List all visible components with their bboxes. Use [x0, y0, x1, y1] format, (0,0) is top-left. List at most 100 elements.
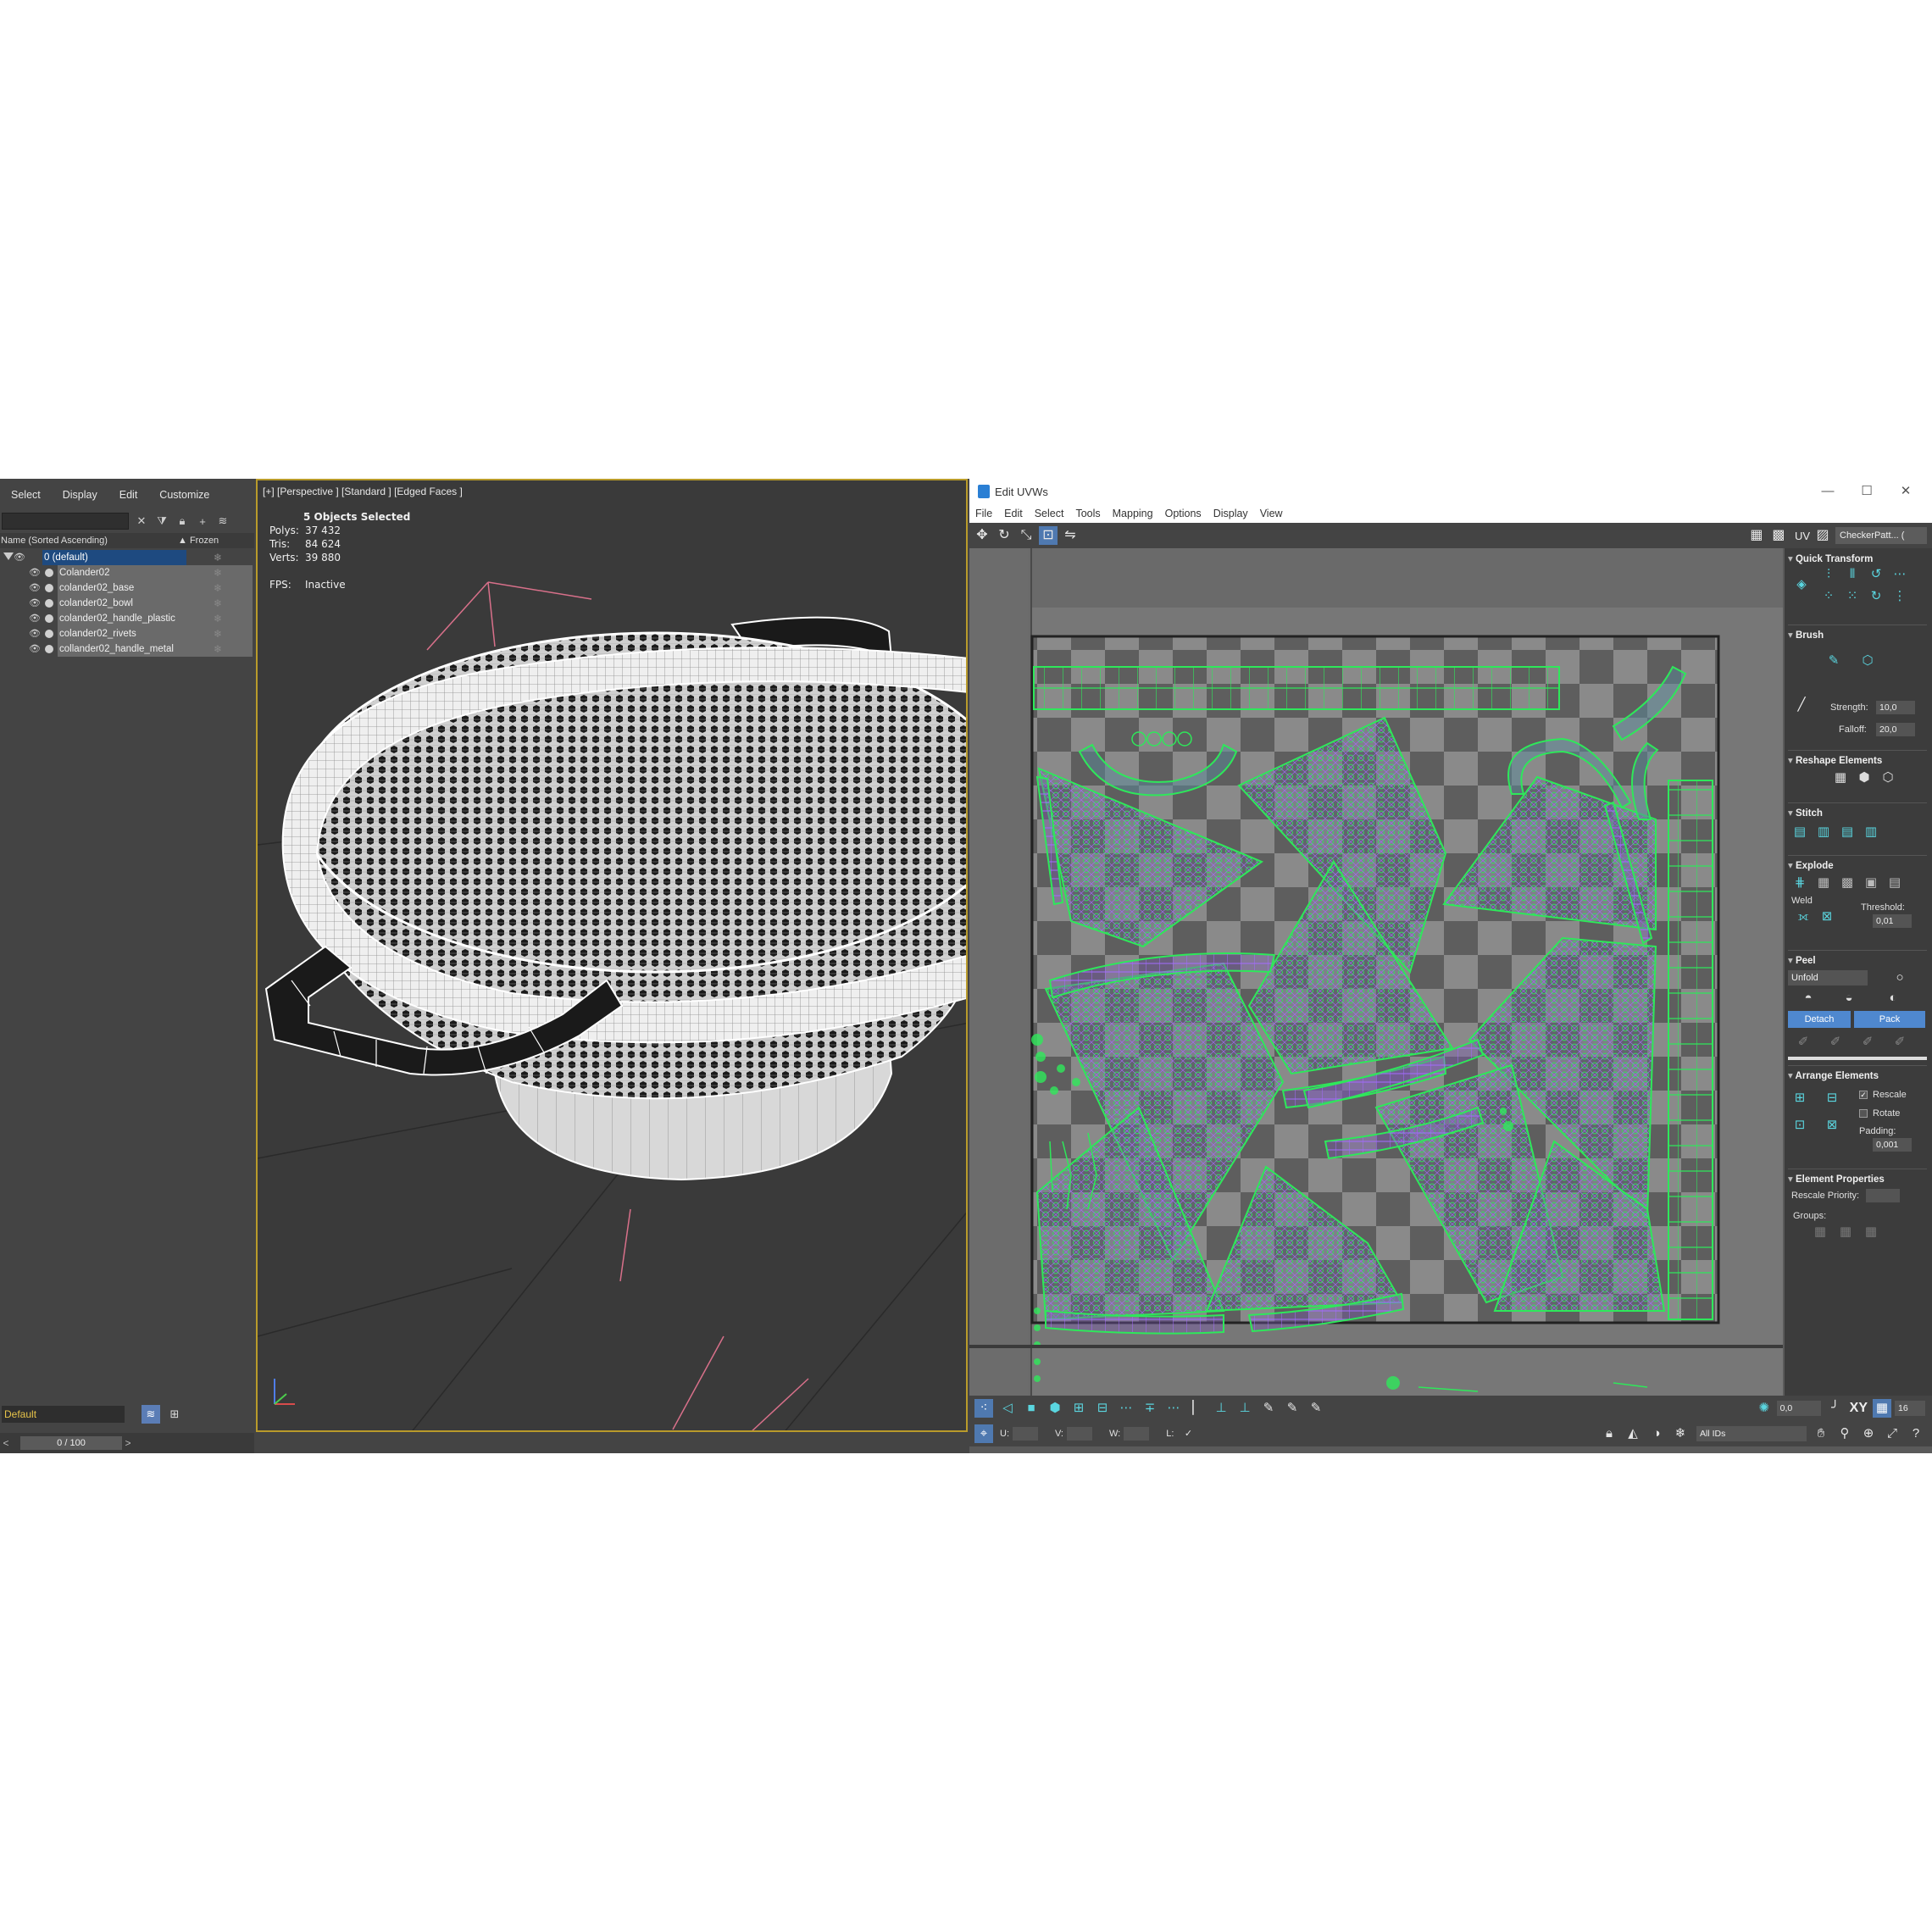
quick-peel-icon[interactable]: ◓ [1798, 989, 1818, 1008]
brush-header[interactable]: Brush [1788, 628, 1927, 643]
menu-options[interactable]: Options [1159, 508, 1208, 519]
detach-button[interactable]: Detach [1788, 1011, 1851, 1028]
break-icon[interactable]: ⋕ [1790, 874, 1810, 892]
prev-frame-button[interactable]: < [0, 1437, 12, 1449]
freeze-icon[interactable]: ❄ [214, 550, 222, 565]
current-layer-dropdown[interactable]: Default [2, 1406, 125, 1423]
pack-button[interactable]: Pack [1854, 1011, 1925, 1028]
move-icon[interactable]: ✥ [973, 526, 991, 545]
freeze-icon[interactable]: ❄ [214, 596, 222, 611]
visibility-eye-icon[interactable]: 👁︎ [29, 597, 41, 609]
rotation-snap-icon[interactable]: ✺ [1755, 1399, 1774, 1418]
freeze-icon[interactable]: ❄ [214, 565, 222, 580]
stitch-custom-icon[interactable]: ▥ [1861, 823, 1881, 841]
freeform-icon[interactable]: ⊡ [1039, 526, 1058, 545]
material-id-dropdown[interactable]: All IDs [1696, 1426, 1807, 1441]
relax-icon[interactable]: ⬢ [1854, 769, 1874, 787]
edge-select-icon[interactable]: ◁ [998, 1399, 1017, 1418]
peel-mode-dropdown[interactable]: Unfold [1788, 970, 1868, 985]
explorer-search-input[interactable] [2, 513, 129, 530]
select-pins-icon[interactable]: ✐ [1890, 1033, 1910, 1052]
tree-row[interactable]: 👁︎ colander02_handle_plastic ❄ [0, 611, 254, 626]
checker-icon[interactable]: ▦ [1747, 526, 1766, 545]
space-horizontal-icon[interactable]: ⋯ [1890, 565, 1910, 584]
rotate-checkbox[interactable] [1859, 1109, 1868, 1118]
clear-search-icon[interactable]: ✕ [134, 514, 149, 529]
rescale-elements-icon[interactable]: ⊠ [1822, 1116, 1842, 1135]
paint-select-icon[interactable]: ⊥ [1235, 1399, 1254, 1418]
visibility-eye-icon[interactable]: 👁︎ [14, 552, 25, 564]
edge-loop-icon[interactable]: ⋯ [1164, 1399, 1183, 1418]
freeze-icon[interactable]: ❄ [214, 626, 222, 641]
group-remove-icon[interactable]: ▦ [1861, 1223, 1881, 1241]
menu-tools[interactable]: Tools [1069, 508, 1106, 519]
menu-select[interactable]: Select [0, 486, 52, 506]
align-vertical-icon[interactable]: ⦀ [1842, 565, 1863, 584]
grow-selection-icon[interactable]: ⊞ [1069, 1399, 1088, 1418]
layer-explorer-button[interactable]: ≋ [142, 1405, 160, 1424]
rotate-icon[interactable]: ↻ [995, 526, 1013, 545]
relax-brush-icon[interactable]: ⬡ [1857, 652, 1878, 670]
v-field[interactable] [1067, 1427, 1092, 1441]
falloff-spinner[interactable]: 20,0 [1876, 723, 1915, 736]
soft-select-icon[interactable]: ✎ [1283, 1399, 1302, 1418]
menu-mapping[interactable]: Mapping [1107, 508, 1159, 519]
frame-counter[interactable]: 0 / 100 [20, 1436, 122, 1450]
grid-icon[interactable]: ▦ [1873, 1399, 1891, 1418]
menu-display[interactable]: Display [52, 486, 108, 506]
add-layer-icon[interactable]: + [195, 514, 210, 529]
lock-selection-icon[interactable]: 🔒︎ [1600, 1424, 1618, 1443]
curve-icon[interactable]: ╯ [1826, 1399, 1845, 1418]
uv-space-label[interactable]: UV [1795, 530, 1810, 542]
brush-select-icon[interactable]: ✎ [1259, 1399, 1278, 1418]
reset-peel-icon[interactable]: ◐ [1883, 989, 1903, 1008]
show-map-icon[interactable]: ▩ [1769, 526, 1788, 545]
menu-select[interactable]: Select [1029, 508, 1070, 519]
freeze-icon[interactable]: ❄ [1671, 1424, 1690, 1443]
mirror-icon[interactable]: ⇋ [1061, 526, 1080, 545]
explode-polygons-icon[interactable]: ▣ [1861, 874, 1881, 892]
explode-header[interactable]: Explode [1788, 858, 1927, 874]
menu-view[interactable]: View [1254, 508, 1289, 519]
rotation-snap-spinner[interactable]: 0,0 [1776, 1401, 1821, 1416]
straighten-icon[interactable]: ⁘ [1818, 587, 1839, 606]
ring-icon[interactable]: ∓ [1141, 1399, 1159, 1418]
uv-canvas[interactable] [969, 548, 1783, 1396]
pack-together-icon[interactable]: ⊟ [1822, 1089, 1842, 1108]
stitch-source-icon[interactable]: ▤ [1790, 823, 1810, 841]
lock-icon[interactable]: 🔒︎ [175, 514, 190, 529]
peel-options-icon[interactable]: ○ [1890, 969, 1910, 987]
rescale-checkbox[interactable]: ✓ [1859, 1091, 1868, 1099]
visibility-eye-icon[interactable]: 👁︎ [29, 582, 41, 594]
rescale-priority-spinner[interactable] [1866, 1189, 1900, 1202]
viewport-label[interactable]: [+] [Perspective ] [Standard ] [Edged Fa… [263, 486, 463, 497]
pack-normalize-icon[interactable]: ⊞ [1790, 1089, 1810, 1108]
u-field[interactable] [1013, 1427, 1038, 1441]
next-frame-button[interactable]: > [122, 1437, 134, 1449]
explode-material-icon[interactable]: ▩ [1837, 874, 1857, 892]
filter-icon[interactable]: ⧩ [154, 514, 169, 529]
group-select-icon[interactable]: ▦ [1810, 1223, 1830, 1241]
unpin-icon[interactable]: ✐ [1825, 1033, 1846, 1052]
stitch-header[interactable]: Stitch [1788, 806, 1927, 821]
minimize-button[interactable]: — [1808, 479, 1847, 504]
rotate-ccw-icon[interactable]: ↺ [1866, 565, 1886, 584]
hierarchy-icon[interactable]: ⊞ [165, 1405, 184, 1424]
texture-dropdown[interactable]: CheckerPatt... ( Checker ) [1835, 527, 1927, 558]
help-icon[interactable]: ? [1907, 1424, 1925, 1443]
menu-edit[interactable]: Edit [998, 508, 1029, 519]
close-button[interactable]: ✕ [1886, 479, 1925, 504]
explode-seams-icon[interactable]: ▤ [1885, 874, 1905, 892]
weld-selected-icon[interactable]: ⟗ [1793, 908, 1813, 926]
visibility-eye-icon[interactable]: 👁︎ [29, 567, 41, 579]
layer-row[interactable]: 👁︎ 0 (default) ❄ [0, 550, 254, 565]
column-name[interactable]: Name (Sorted Ascending) [0, 536, 178, 546]
threshold-spinner[interactable]: 0,01 [1873, 914, 1912, 928]
padding-spinner[interactable]: 0,001 [1873, 1138, 1912, 1152]
vertex-select-icon[interactable]: ⁖ [974, 1399, 993, 1418]
shrink-selection-icon[interactable]: ⊟ [1093, 1399, 1112, 1418]
line-tool-icon[interactable]: ╱ [1791, 696, 1812, 714]
hide-icon[interactable]: ◑ [1647, 1424, 1666, 1443]
straighten-selection-icon[interactable]: ▦ [1830, 769, 1851, 787]
tree-row[interactable]: 👁︎ colander02_bowl ❄ [0, 596, 254, 611]
